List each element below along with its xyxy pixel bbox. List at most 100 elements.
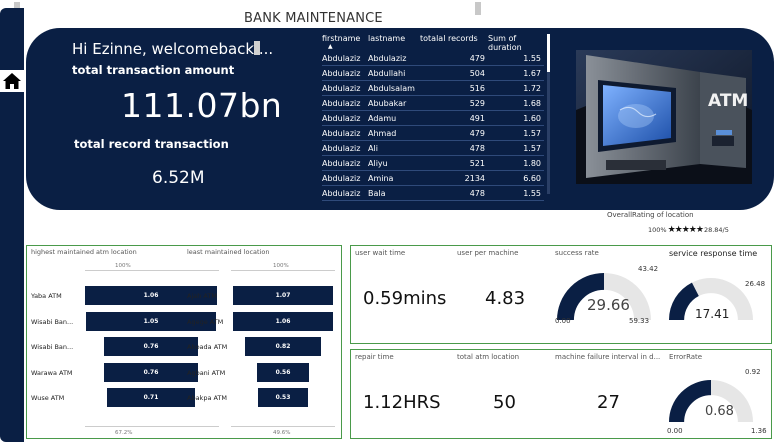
column-header-duration[interactable]: Sum of duration <box>488 34 544 52</box>
sort-ascending-icon: ▲ <box>328 43 333 50</box>
error-rate-target: 0.92 <box>745 368 761 376</box>
rating-prefix: 100% <box>648 226 667 234</box>
table-cell: Abdullahi <box>368 68 406 78</box>
table-scrollbar[interactable] <box>547 34 550 194</box>
funnel-bar[interactable]: 0.76 <box>103 362 199 382</box>
funnel-label: Agege ATM <box>187 317 224 326</box>
table-cell: Abdulaziz <box>368 53 407 63</box>
total-location-value: 50 <box>493 392 516 413</box>
table-cell: Abdulaziz <box>322 158 361 168</box>
table-row[interactable]: Abdulaziz Abdullahi 504 1.67 <box>322 66 544 81</box>
least-bottom-percent: 49.6% <box>273 430 291 436</box>
table-cell: 6.60 <box>523 173 541 183</box>
wait-time-value: 0.59mins <box>363 288 447 309</box>
table-cell: 516 <box>469 83 485 93</box>
atm-illustration: ATM <box>576 50 752 184</box>
funnel-bar[interactable]: 0.53 <box>258 388 308 407</box>
table-cell: Abdulaziz <box>322 173 361 183</box>
table-row[interactable]: Abdulaziz Aliyu 521 1.80 <box>322 156 544 171</box>
table-cell: Abdulaziz <box>322 113 361 123</box>
table-cell: 478 <box>469 188 485 198</box>
funnel-label: Wisabi Ban... <box>31 343 74 351</box>
table-row[interactable]: Abdulaziz Ahmad 479 1.57 <box>322 126 544 141</box>
table-cell: Abdulaziz <box>322 83 361 93</box>
per-machine-value: 4.83 <box>485 288 526 309</box>
funnel-label: Warawa ATM <box>31 368 73 377</box>
table-row[interactable]: Abdulaziz Adamu 491 1.60 <box>322 111 544 126</box>
table-cell: Ali <box>368 143 378 153</box>
funnel-panel: highest maintained atm location least ma… <box>26 245 342 439</box>
funnel-bar[interactable]: 0.56 <box>256 362 310 382</box>
table-row[interactable]: Abdulaziz Ali 478 1.57 <box>322 141 544 156</box>
table-row[interactable]: Abdulaziz Abdulaziz 479 1.55 <box>322 51 544 66</box>
home-icon <box>3 73 21 89</box>
table-cell: 1.55 <box>523 53 541 63</box>
failure-interval-label: machine failure interval in d... <box>555 353 661 361</box>
table-cell: 529 <box>469 98 485 108</box>
table-row[interactable]: Abdulaziz Amina 2134 6.60 <box>322 171 544 186</box>
total-location-label: total atm location <box>457 353 520 361</box>
total-amount-value: 111.07bn <box>121 86 283 125</box>
repair-time-label: repair time <box>355 353 394 361</box>
funnel-bar[interactable]: 1.07 <box>233 286 333 305</box>
least-bottom-line <box>231 426 335 427</box>
repair-time-value: 1.12HRS <box>363 392 441 413</box>
star-rating-icon: ★★★★★ <box>667 225 704 235</box>
error-rate-value: 0.68 <box>705 404 734 419</box>
error-rate-min: 0.00 <box>667 427 683 435</box>
table-row[interactable]: Abdulaziz Abdulsalam 516 1.72 <box>322 81 544 96</box>
atm-machine-image: ATM <box>576 50 752 184</box>
table-cell: 504 <box>469 68 485 78</box>
table-cell: 1.72 <box>523 83 541 93</box>
response-time-value: 17.41 <box>695 307 730 321</box>
table-cell: 479 <box>469 128 485 138</box>
table-body: Abdulaziz Abdulaziz 479 1.55 Abdulaziz Abdull… <box>322 51 544 201</box>
funnel-label: Wisabi Ban... <box>31 317 74 326</box>
table-cell: 1.57 <box>523 143 541 153</box>
kpi-panel-bottom: repair time 1.12HRS total atm location 5… <box>350 349 772 439</box>
funnel-label: Wuse ATM <box>31 394 65 402</box>
hero-card: Hi Ezinne, welcomeback.... total transac… <box>26 28 774 210</box>
highest-funnel-title: highest maintained atm location <box>31 248 137 256</box>
top-bar-marker-right <box>475 2 481 15</box>
highest-bottom-percent: 67.2% <box>115 430 133 436</box>
column-header-firstname[interactable]: firstname <box>322 34 368 43</box>
funnel-label: Yaba ATM <box>31 292 62 300</box>
funnel-label: Agbani ATM <box>187 368 226 377</box>
funnel-label: Abakpa ATM <box>187 394 228 402</box>
table-cell: 1.55 <box>523 188 541 198</box>
table-header: firstname lastname totalal records Sum o… <box>322 33 544 52</box>
column-header-total-records[interactable]: totalal records <box>420 34 488 43</box>
funnel-bar[interactable]: 0.71 <box>106 388 196 407</box>
scrollbar-thumb[interactable] <box>547 34 550 72</box>
column-header-lastname[interactable]: lastname <box>368 34 420 43</box>
success-rate-min: 0.00 <box>555 317 571 325</box>
response-time-target: 26.48 <box>745 280 766 288</box>
funnel-bar[interactable]: 0.82 <box>244 337 322 356</box>
highest-top-line <box>85 270 219 271</box>
funnel-bar[interactable]: 1.06 <box>233 311 333 331</box>
table-cell: Abdulaziz <box>322 143 361 153</box>
funnel-label: Ahoada ATM <box>187 343 228 351</box>
success-rate-max: 59.33 <box>629 317 650 325</box>
table-cell: 479 <box>469 53 485 63</box>
funnel-label: Ajah ATM <box>187 292 217 300</box>
total-amount-label: total transaction amount <box>72 63 235 77</box>
table-cell: Abdulsalam <box>368 83 415 93</box>
table-cell: Ahmad <box>368 128 397 138</box>
per-machine-label: user per machine <box>457 249 519 257</box>
success-rate-label: success rate <box>555 249 599 257</box>
kpi-panel-top: user wait time 0.59mins user per machine… <box>350 245 772 344</box>
home-button[interactable] <box>0 70 24 92</box>
table-row[interactable]: Abdulaziz Abubakar 529 1.68 <box>322 96 544 111</box>
table-row[interactable]: Abdulaziz Bala 478 1.55 <box>322 186 544 201</box>
table-cell: Amina <box>368 173 394 183</box>
total-records-label: total record transaction <box>74 137 229 151</box>
table-cell: Abdulaziz <box>322 188 361 198</box>
rating-score: 28.84/5 <box>703 226 729 234</box>
funnel-bar[interactable]: 0.76 <box>103 337 199 356</box>
table-cell: Abdulaziz <box>322 68 361 78</box>
text-cursor <box>254 41 260 55</box>
rating-label: OverallRating of location <box>607 211 694 219</box>
table-cell: 1.80 <box>523 158 541 168</box>
